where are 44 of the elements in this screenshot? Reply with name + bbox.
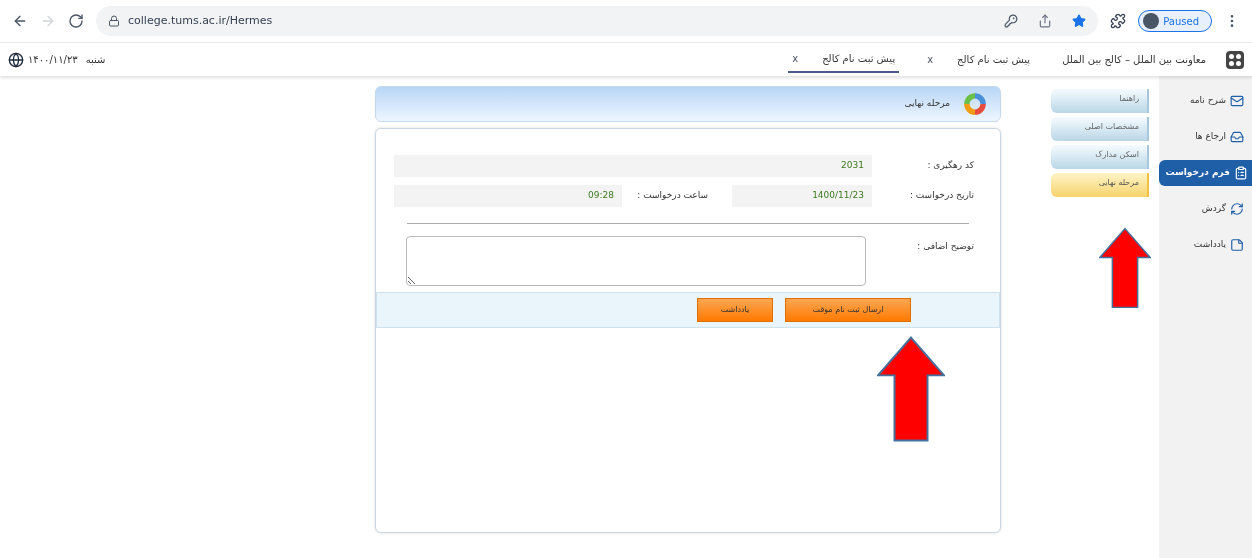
field-value: 2031 xyxy=(840,159,865,172)
step-tab[interactable]: مرحله نهایی xyxy=(1051,173,1149,197)
panel-title: مرحله نهایی xyxy=(904,97,950,111)
lock-icon xyxy=(108,15,120,27)
extensions-icon[interactable] xyxy=(1110,13,1127,29)
field-value: 09:28 xyxy=(394,185,622,207)
globe-icon[interactable] xyxy=(8,51,24,68)
reload-icon[interactable] xyxy=(68,13,84,29)
side-nav-item[interactable]: شرح نامه xyxy=(1159,88,1248,114)
address-bar[interactable]: college.tums.ac.ir/Hermes xyxy=(96,6,1099,36)
side-nav-item[interactable]: گردش xyxy=(1159,196,1248,222)
weekday-text: شنبه xyxy=(85,53,106,67)
tab-close-button[interactable]: x xyxy=(792,51,799,66)
app-logo-icon xyxy=(1226,50,1244,69)
field-label: تاریخ درخواست : xyxy=(908,189,975,202)
field-label: کد رهگیری : xyxy=(872,155,982,177)
side-nav-item[interactable]: فرم درخواست xyxy=(1159,160,1252,186)
avatar-icon xyxy=(1143,13,1160,29)
key-icon[interactable] xyxy=(1004,14,1019,28)
notes-label: توضیح اضافی : xyxy=(916,240,974,253)
back-icon[interactable] xyxy=(12,13,28,29)
note-button[interactable]: یادداشت xyxy=(697,298,773,322)
step-tab[interactable]: اسکن مدارک xyxy=(1051,145,1149,169)
step-tab[interactable]: راهنما xyxy=(1051,89,1149,113)
star-icon[interactable] xyxy=(1072,14,1087,28)
ring-logo-icon xyxy=(962,91,988,117)
field-value: 1400/11/23 xyxy=(732,185,872,207)
url-text: college.tums.ac.ir/Hermes xyxy=(128,12,273,29)
profile-button[interactable]: Paused xyxy=(1138,10,1212,32)
side-nav-item[interactable]: ارجاع ها xyxy=(1159,124,1248,150)
refresh-icon xyxy=(1230,202,1244,216)
submit-button[interactable]: ارسال ثبت نام موقت xyxy=(785,298,911,322)
share-icon[interactable] xyxy=(1038,14,1053,28)
note-icon xyxy=(1230,238,1244,252)
step-tab[interactable]: مشخصات اصلی xyxy=(1051,117,1149,141)
date-text: ۱۴۰۰/۱۱/۲۳ xyxy=(28,53,78,67)
notes-field[interactable] xyxy=(406,236,866,286)
field-label: ساعت درخواست : xyxy=(636,189,709,202)
mail-icon xyxy=(1230,94,1244,108)
side-nav-item[interactable]: یادداشت xyxy=(1159,232,1248,258)
inbox-icon xyxy=(1230,130,1244,144)
app-tab[interactable]: معاونت بین الملل – کالج بین الملل xyxy=(1058,46,1210,73)
tab-close-button[interactable]: x xyxy=(927,52,934,67)
clipboard-icon xyxy=(1234,166,1248,180)
